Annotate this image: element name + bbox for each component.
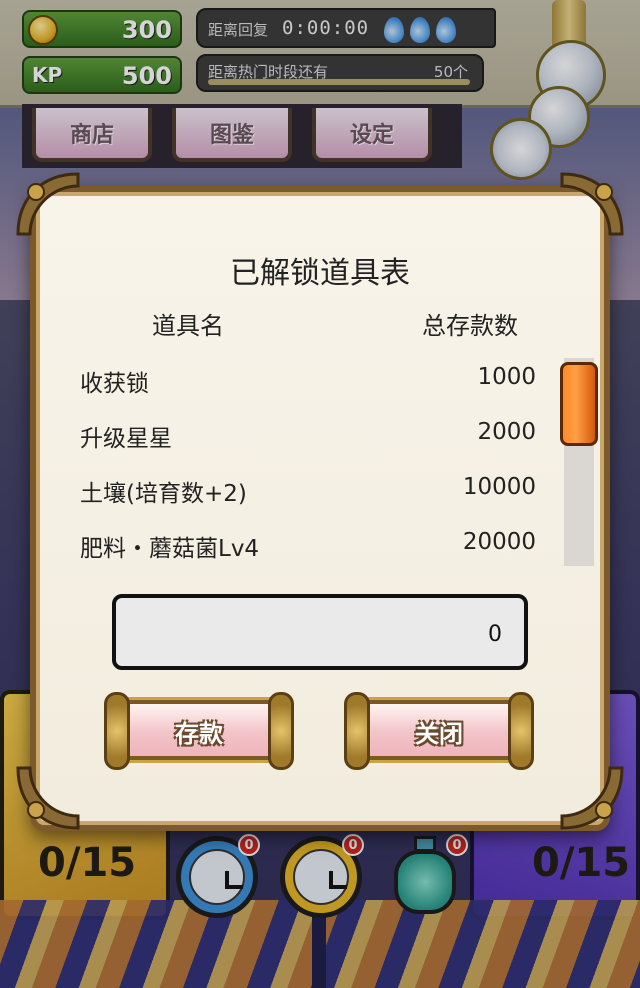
deposit-button-label: 存款 [175, 719, 223, 748]
ornament-corner-icon [12, 762, 84, 834]
deposit-button[interactable]: 存款 [104, 692, 294, 770]
item-name: 肥料・蘑菇菌Lv4 [80, 536, 260, 562]
item-name: 土壤(培育数+2) [80, 481, 247, 507]
dialog-title: 已解锁道具表 [230, 256, 410, 291]
item-amount: 2000 [477, 419, 536, 445]
column-header-item-name: 道具名 [152, 312, 224, 340]
deposit-amount-value: 0 [488, 622, 502, 647]
item-name: 收获锁 [80, 371, 149, 397]
close-button-label: 关闭 [415, 719, 463, 748]
item-amount: 10000 [462, 474, 536, 500]
close-button[interactable]: 关闭 [344, 692, 534, 770]
list-item: 土壤(培育数+2) 10000 [80, 468, 536, 508]
column-header-total-deposit: 总存款数 [422, 312, 518, 340]
button-ornament [104, 692, 130, 770]
item-amount: 1000 [477, 364, 536, 390]
ornament-corner-icon [556, 168, 628, 240]
item-amount: 20000 [462, 529, 536, 555]
item-name: 升级星星 [80, 426, 172, 452]
button-ornament [344, 692, 370, 770]
list-item: 收获锁 1000 [80, 358, 536, 398]
ornament-corner-icon [556, 762, 628, 834]
deposit-amount-input[interactable]: 0 [112, 594, 528, 670]
button-ornament [508, 692, 534, 770]
button-ornament [268, 692, 294, 770]
scrollbar-thumb[interactable] [560, 362, 598, 446]
list-item: 升级星星 2000 [80, 413, 536, 453]
ornament-corner-icon [12, 168, 84, 240]
list-item: 肥料・蘑菇菌Lv4 20000 [80, 523, 536, 563]
